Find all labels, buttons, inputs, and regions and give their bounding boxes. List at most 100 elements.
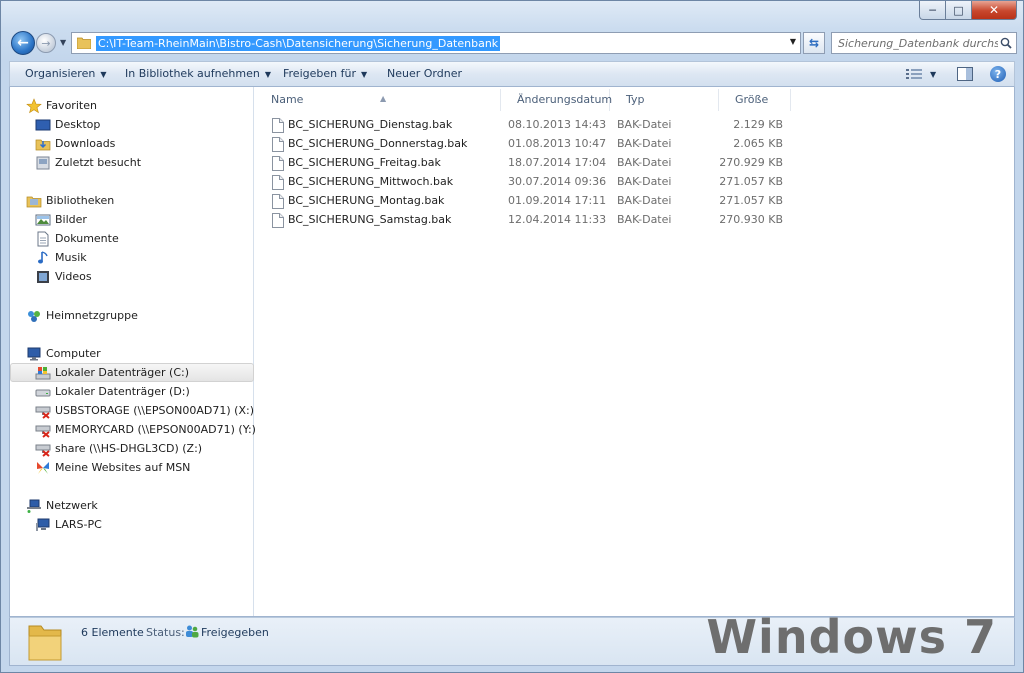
nav-documents[interactable]: Dokumente [35,229,119,248]
help-button[interactable]: ? [990,66,1006,82]
column-type-label: Typ [626,93,645,106]
file-name: BC_SICHERUNG_Freitag.bak [288,156,441,169]
disconnected-network-drive-icon [35,406,51,419]
nav-drive-x[interactable]: USBSTORAGE (\\EPSON00AD71) (X:) [35,401,254,420]
videos-icon [37,270,49,283]
search-icon[interactable] [1000,37,1012,49]
nav-desktop[interactable]: Desktop [35,115,100,134]
file-size: 2.129 KB [733,118,783,131]
network-icon [27,499,41,513]
chevron-down-icon: ▼ [930,69,937,79]
nav-homegroup[interactable]: Heimnetzgruppe [26,306,138,325]
nav-libraries-label: Bibliotheken [46,194,115,207]
share-with-button[interactable]: Freigeben für ▼ [283,67,367,80]
recent-pages-dropdown[interactable]: ▼ [60,38,66,47]
libraries-icon [26,196,42,207]
table-row[interactable]: BC_SICHERUNG_Montag.bak 01.09.2014 17:11… [271,192,791,211]
nav-downloads-label: Downloads [55,137,116,150]
column-header-date[interactable]: Änderungsdatum [501,89,612,111]
nav-recent-label: Zuletzt besucht [55,156,142,169]
file-size: 271.057 KB [719,194,783,207]
file-icon [272,118,284,133]
nav-favorites[interactable]: Favoriten [26,96,97,115]
nav-pictures[interactable]: Bilder [35,210,87,229]
table-row[interactable]: BC_SICHERUNG_Samstag.bak 12.04.2014 11:3… [271,211,791,230]
refresh-button[interactable]: ⇆ [803,32,825,54]
nav-drive-x-label: USBSTORAGE (\\EPSON00AD71) (X:) [55,404,255,417]
downloads-folder-icon [35,139,51,150]
address-bar[interactable]: C:\IT-Team-RheinMain\Bistro-Cash\Datensi… [71,32,801,54]
preview-pane-icon [957,67,973,81]
change-view-button[interactable]: ▼ [906,66,936,82]
nav-computer[interactable]: Computer [26,344,101,363]
file-date: 08.10.2013 14:43 [508,118,607,131]
nav-downloads[interactable]: Downloads [35,134,115,153]
include-library-label: In Bibliothek aufnehmen [125,67,260,80]
file-size: 271.057 KB [719,175,783,188]
file-size: 2.065 KB [733,137,783,150]
column-header-name[interactable]: Name ▲ [255,89,501,111]
include-library-button[interactable]: In Bibliothek aufnehmen ▼ [125,67,271,80]
arrow-left-icon: ← [17,35,29,51]
status-label: Status: [146,626,185,639]
minimize-button[interactable]: ─ [919,1,946,20]
file-name: BC_SICHERUNG_Dienstag.bak [288,118,453,131]
refresh-icon: ⇆ [808,36,820,50]
nav-lars-pc[interactable]: LARS-PC [35,515,102,534]
chevron-down-icon: ▼ [264,70,271,79]
file-type: BAK-Datei [617,137,672,150]
address-dropdown[interactable]: ▼ [790,37,796,46]
windows-7-watermark: Windows 7 [706,610,997,664]
file-type: BAK-Datei [617,194,672,207]
nav-msn-websites[interactable]: Meine Websites auf MSN [35,458,190,477]
file-name: BC_SICHERUNG_Mittwoch.bak [288,175,454,188]
file-type: BAK-Datei [617,118,672,131]
table-row[interactable]: BC_SICHERUNG_Dienstag.bak 08.10.2013 14:… [271,116,791,135]
organize-button[interactable]: Organisieren ▼ [25,67,106,80]
star-icon [26,97,42,113]
forward-button[interactable]: → [36,33,56,53]
nav-videos[interactable]: Videos [35,267,92,286]
column-header-type[interactable]: Typ [610,89,719,111]
file-icon [272,175,284,190]
nav-drive-y[interactable]: MEMORYCARD (\\EPSON00AD71) (Y:) [35,420,256,439]
nav-drive-c-label: Lokaler Datenträger (C:) [55,366,190,379]
nav-drive-c[interactable]: Lokaler Datenträger (C:) [10,363,254,382]
nav-network[interactable]: Netzwerk [26,496,98,515]
column-name-label: Name [271,93,304,106]
new-folder-button[interactable]: Neuer Ordner [387,67,462,80]
file-icon [272,194,284,209]
nav-libraries[interactable]: Bibliotheken [26,191,114,210]
close-button[interactable]: ✕ [972,1,1017,20]
nav-computer-label: Computer [46,347,101,360]
navigation-pane: Favoriten Desktop Downloads Zuletzt besu… [10,87,256,616]
nav-desktop-label: Desktop [55,118,101,131]
maximize-button[interactable]: □ [946,1,972,20]
nav-drive-d[interactable]: Lokaler Datenträger (D:) [35,382,190,401]
msn-butterfly-icon [37,461,49,474]
nav-music[interactable]: Musik [35,248,87,267]
nav-recent[interactable]: Zuletzt besucht [35,153,141,172]
column-header-size[interactable]: Größe [719,89,791,111]
preview-pane-button[interactable] [957,66,973,82]
nav-drive-d-label: Lokaler Datenträger (D:) [55,385,190,398]
search-input[interactable]: Sicherung_Datenbank durchsuc... [831,32,1017,54]
file-date: 30.07.2014 09:36 [508,175,607,188]
table-row[interactable]: BC_SICHERUNG_Donnerstag.bak 01.08.2013 1… [271,135,791,154]
nav-lars-pc-label: LARS-PC [55,518,102,531]
share-with-label: Freigeben für [283,67,356,80]
nav-drive-z[interactable]: share (\\HS-DHGL3CD) (Z:) [35,439,202,458]
view-details-icon [906,69,922,79]
status-value: Freigegeben [201,626,269,639]
system-drive-icon [35,366,51,379]
nav-drive-z-label: share (\\HS-DHGL3CD) (Z:) [55,442,203,455]
back-button[interactable]: ← [11,31,35,55]
file-date: 18.07.2014 17:04 [508,156,607,169]
file-date: 01.09.2014 17:11 [508,194,607,207]
table-row[interactable]: BC_SICHERUNG_Freitag.bak 18.07.2014 17:0… [271,154,791,173]
desktop-icon [35,119,51,130]
homegroup-icon [28,310,40,322]
address-path[interactable]: C:\IT-Team-RheinMain\Bistro-Cash\Datensi… [96,36,501,51]
table-row[interactable]: BC_SICHERUNG_Mittwoch.bak 30.07.2014 09:… [271,173,791,192]
navigation-bar: ← → ▼ C:\IT-Team-RheinMain\Bistro-Cash\D… [9,30,1017,57]
